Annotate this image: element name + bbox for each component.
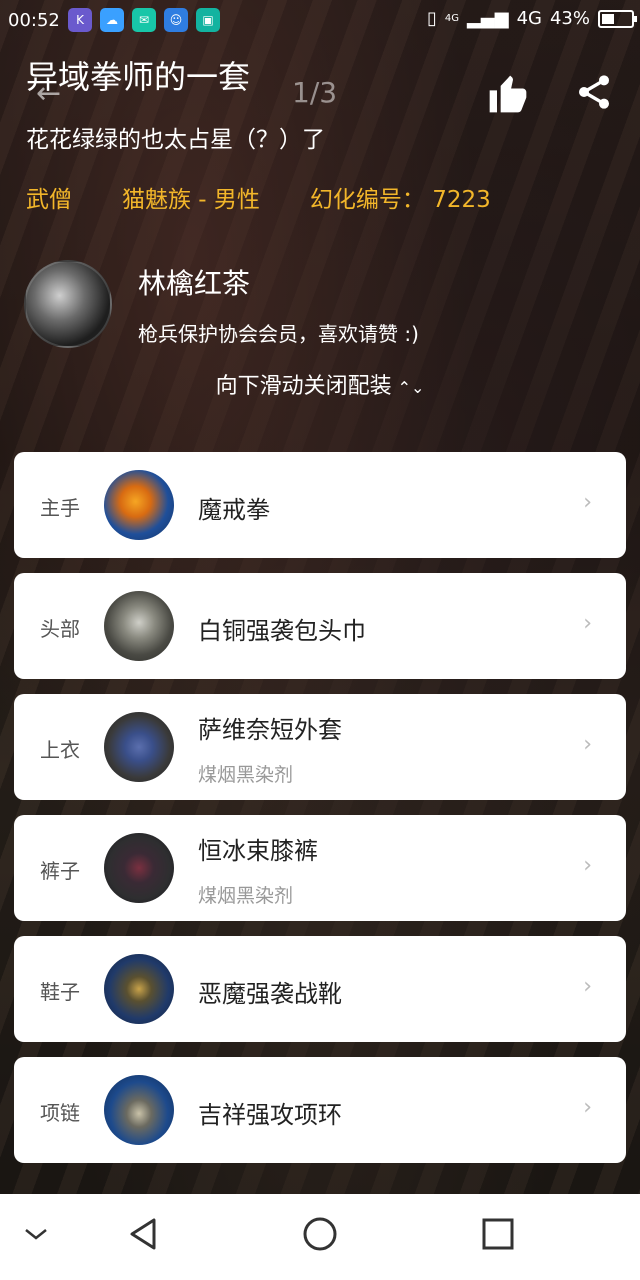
signal-small-label: 4G — [444, 13, 460, 24]
chevron-right-icon: › — [583, 611, 592, 636]
gear-dye-label: 煤烟黑染剂 — [198, 764, 294, 786]
author-bio: 枪兵保护协会会员，喜欢请赞 :) — [138, 322, 419, 346]
thumbs-up-icon[interactable] — [486, 72, 530, 116]
chevron-right-icon: › — [583, 853, 592, 878]
close-hint-label: 向下滑动关闭配装 — [215, 374, 392, 399]
vibrate-icon: ▯ — [427, 8, 437, 29]
race-gender-label: 猫魅族 - 男性 — [122, 187, 260, 213]
gear-slot-label: 项链 — [40, 1101, 80, 1125]
hide-nav-chevron-icon[interactable] — [22, 1224, 50, 1244]
close-hint[interactable]: 向下滑动关闭配装 ⌃⌄ — [0, 368, 640, 400]
shopping-app-icon: ✉ — [132, 8, 156, 32]
gear-name: 恒冰束膝裤 — [198, 837, 318, 865]
gear-slot-label: 裤子 — [40, 859, 80, 883]
gear-name: 恶魔强袭战靴 — [198, 980, 342, 1008]
status-bar: 00:52 K ☁ ✉ ☺ ▣ ▯ 4G ▂▄▆ 4G 43% — [0, 0, 640, 44]
gear-card-main-hand[interactable]: 主手 魔戒拳 › — [14, 452, 626, 558]
gear-thumbnail-icon — [104, 954, 174, 1024]
signal-bars-icon: ▂▄▆ — [467, 8, 509, 29]
gear-slot-label: 主手 — [40, 496, 80, 520]
meta-row: 武僧 猫魅族 - 男性 幻化编号： 7223 — [26, 180, 491, 214]
gear-thumbnail-icon — [104, 833, 174, 903]
gear-name: 白铜强袭包头巾 — [198, 617, 366, 645]
gear-slot-label: 鞋子 — [40, 980, 80, 1004]
system-nav-bar — [0, 1194, 640, 1280]
network-label: 4G — [516, 8, 542, 29]
gear-slot-label: 头部 — [40, 617, 80, 641]
chevron-right-icon: › — [583, 974, 592, 999]
battery-fill — [602, 13, 614, 24]
back-triangle-icon[interactable] — [124, 1214, 164, 1254]
contacts-app-icon: ☺ — [164, 8, 188, 32]
author-name[interactable]: 林檎红茶 — [138, 262, 250, 302]
gear-card-legs[interactable]: 裤子 恒冰束膝裤 煤烟黑染剂 › — [14, 815, 626, 921]
gear-name: 萨维奈短外套 — [198, 716, 342, 744]
gear-thumbnail-icon — [104, 712, 174, 782]
gear-card-head[interactable]: 头部 白铜强袭包头巾 › — [14, 573, 626, 679]
gear-dye-label: 煤烟黑染剂 — [198, 885, 294, 907]
gear-thumbnail-icon — [104, 591, 174, 661]
gear-thumbnail-icon — [104, 1075, 174, 1145]
gear-card-feet[interactable]: 鞋子 恶魔强袭战靴 › — [14, 936, 626, 1042]
screen: 00:52 K ☁ ✉ ☺ ▣ ▯ 4G ▂▄▆ 4G 43% ← 异域拳师的一… — [0, 0, 640, 1280]
notification-icons: K ☁ ✉ ☺ ▣ — [68, 8, 220, 32]
gear-card-necklace[interactable]: 项链 吉祥强攻项环 › — [14, 1057, 626, 1163]
home-circle-icon[interactable] — [300, 1214, 340, 1254]
weather-app-icon: ☁ — [100, 8, 124, 32]
gear-slot-label: 上衣 — [40, 738, 80, 762]
gear-thumbnail-icon — [104, 470, 174, 540]
page-indicator: 1/3 — [292, 76, 338, 109]
gear-name: 魔戒拳 — [198, 496, 270, 524]
recents-square-icon[interactable] — [478, 1214, 518, 1254]
chevron-right-icon: › — [583, 1095, 592, 1120]
gear-card-body[interactable]: 上衣 萨维奈短外套 煤烟黑染剂 › — [14, 694, 626, 800]
author-avatar[interactable] — [24, 260, 112, 348]
page-title: 异域拳师的一套 — [26, 58, 251, 96]
battery-icon — [598, 9, 637, 28]
scan-app-icon: ▣ — [196, 8, 220, 32]
chevron-right-icon: › — [583, 490, 592, 515]
page-subtitle: 花花绿绿的也太占星（？）了 — [26, 127, 325, 153]
status-time: 00:52 — [8, 10, 60, 31]
battery-percent: 43% — [549, 8, 590, 29]
job-label: 武僧 — [26, 187, 72, 213]
glamour-id-label: 幻化编号： 7223 — [309, 187, 491, 213]
chevron-right-icon: › — [583, 732, 592, 757]
share-icon[interactable] — [574, 72, 614, 112]
expand-collapse-icon: ⌃⌄ — [397, 378, 425, 397]
k-app-icon: K — [68, 8, 92, 32]
status-right: ▯ 4G ▂▄▆ 4G 43% — [427, 8, 637, 29]
gear-name: 吉祥强攻项环 — [198, 1101, 342, 1129]
